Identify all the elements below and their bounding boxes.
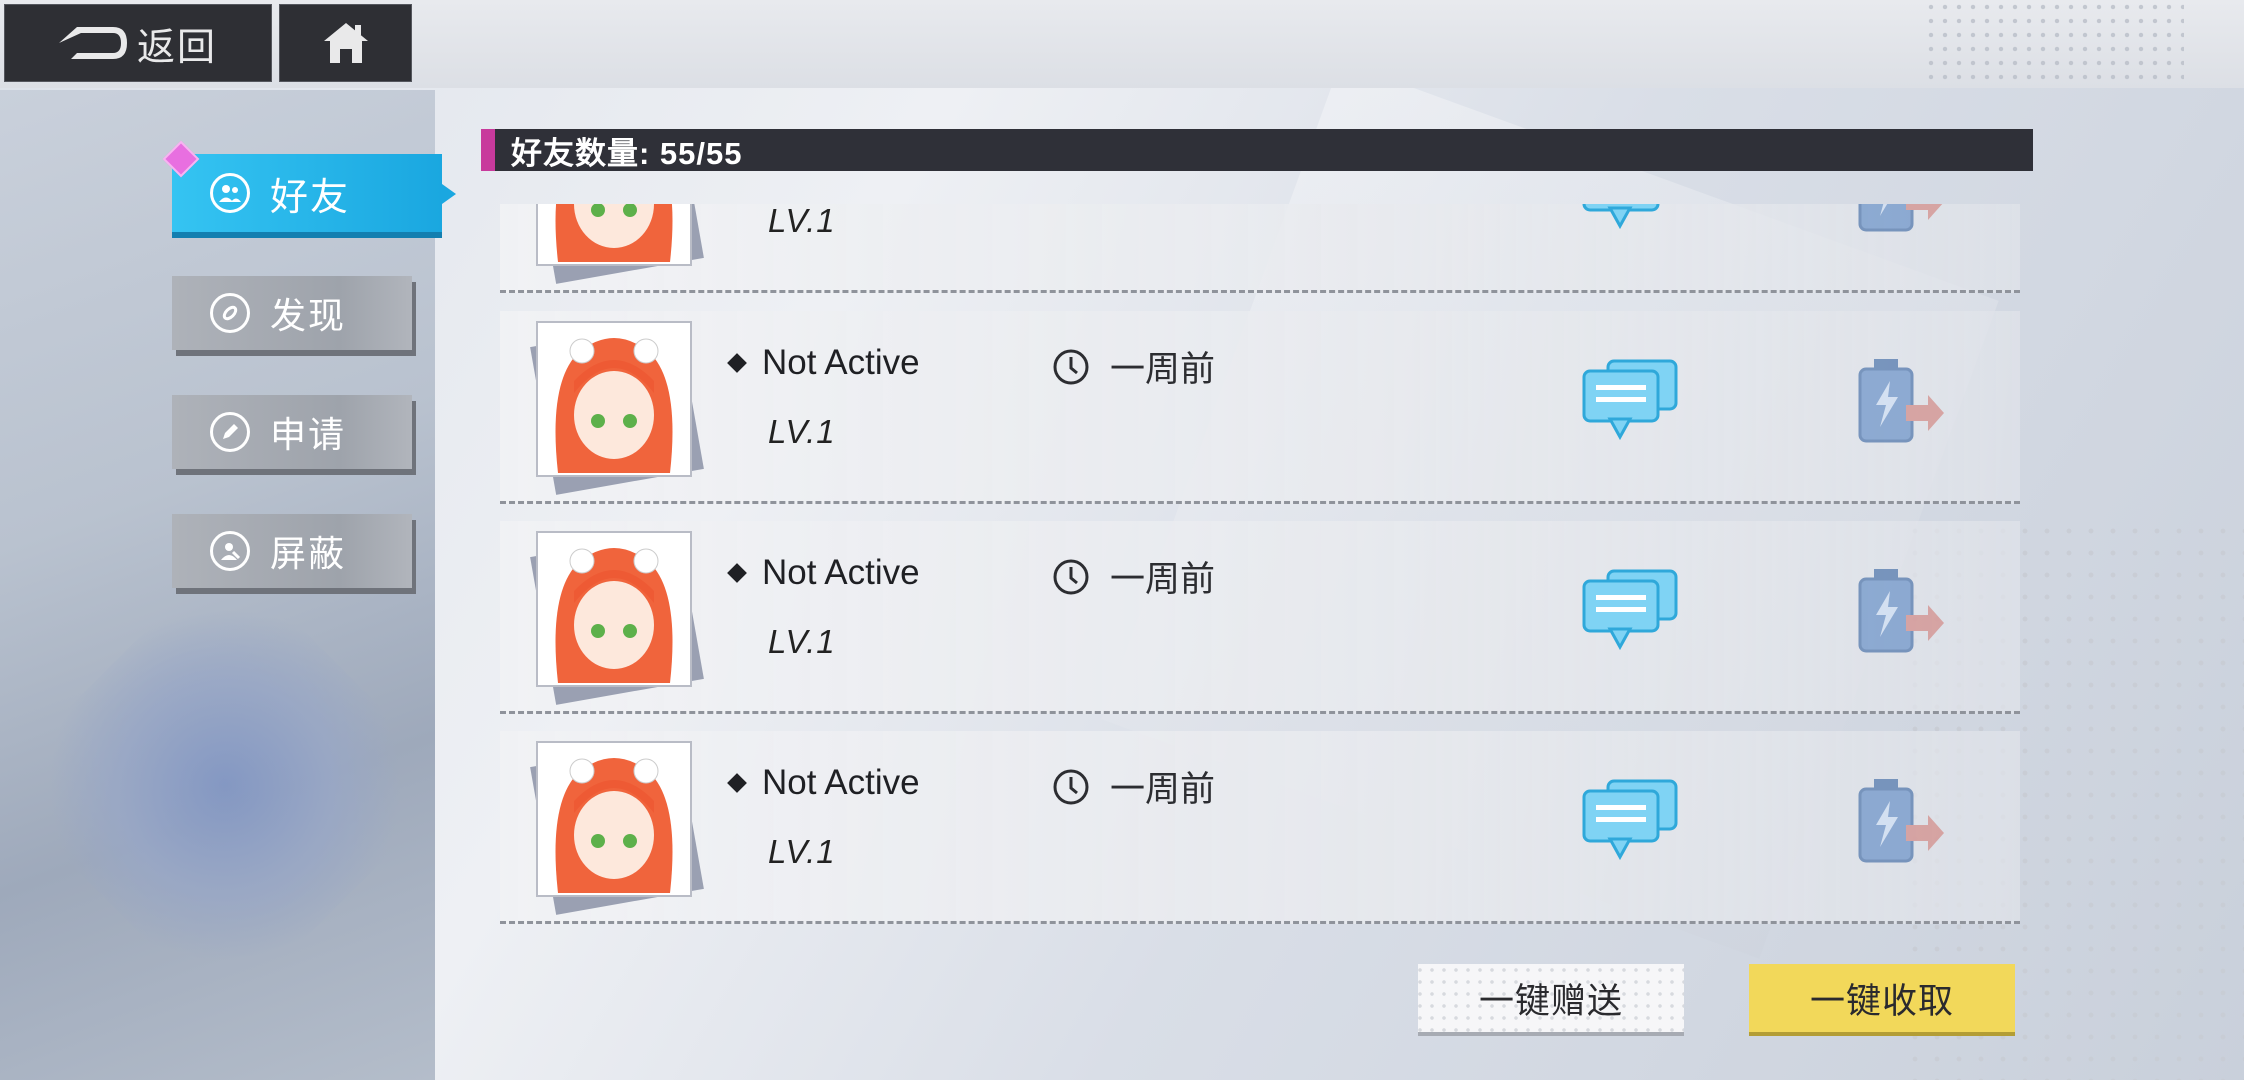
send-all-button[interactable]: 一键赠送 bbox=[1418, 964, 1684, 1032]
friends-icon bbox=[210, 173, 250, 213]
block-icon bbox=[210, 531, 250, 571]
avatar-portrait-icon bbox=[538, 204, 690, 264]
header-accent bbox=[481, 129, 495, 171]
friend-count-header: 好友数量: 55/55 bbox=[481, 129, 2033, 171]
top-bar: 返回 bbox=[0, 0, 2244, 88]
friend-row[interactable]: Not Active LV.1 一周前 bbox=[500, 521, 2020, 714]
friend-status: Not Active bbox=[727, 343, 920, 383]
sidebar-item-label: 好友 bbox=[270, 176, 351, 219]
friend-avatar[interactable] bbox=[530, 531, 704, 705]
friend-avatar[interactable] bbox=[530, 204, 704, 284]
back-button[interactable]: 返回 bbox=[4, 4, 272, 82]
collect-all-button[interactable]: 一键收取 bbox=[1749, 964, 2015, 1032]
home-icon bbox=[323, 23, 368, 63]
request-icon bbox=[210, 412, 250, 452]
last-seen: 一周前 bbox=[1052, 761, 1215, 812]
friend-row[interactable]: Not Active LV.1 一周前 bbox=[500, 731, 2020, 924]
send-stamina-icon[interactable] bbox=[1856, 355, 1946, 447]
sidebar-item-label: 发现 bbox=[270, 295, 347, 336]
dot-pattern-top bbox=[1924, 0, 2184, 80]
chat-icon[interactable] bbox=[1580, 204, 1680, 232]
friend-row[interactable]: LV.1 bbox=[500, 204, 2020, 293]
chat-icon[interactable] bbox=[1580, 569, 1680, 653]
friend-status: Not Active bbox=[727, 553, 920, 593]
friend-count: 好友数量: 55/55 bbox=[511, 135, 743, 171]
chat-icon[interactable] bbox=[1580, 779, 1680, 863]
back-arrow-icon bbox=[59, 27, 127, 59]
last-seen: 一周前 bbox=[1052, 551, 1215, 602]
friend-avatar[interactable] bbox=[530, 741, 704, 915]
send-stamina-icon[interactable] bbox=[1856, 775, 1946, 867]
sidebar-item-discover[interactable]: 发现 bbox=[172, 276, 412, 350]
friend-level: LV.1 bbox=[768, 623, 836, 660]
send-stamina-icon[interactable] bbox=[1856, 565, 1946, 657]
status-diamond-icon bbox=[727, 773, 747, 793]
chat-icon[interactable] bbox=[1580, 359, 1680, 443]
friend-avatar[interactable] bbox=[530, 321, 704, 495]
friend-level: LV.1 bbox=[768, 204, 836, 239]
friend-list[interactable]: LV.1 Not Active LV.1 一周前 Not Active LV.1… bbox=[500, 204, 2020, 948]
friend-status: Not Active bbox=[727, 763, 920, 803]
send-stamina-icon[interactable] bbox=[1856, 204, 1946, 236]
clock-icon bbox=[1053, 769, 1089, 804]
home-button[interactable] bbox=[279, 4, 412, 82]
avatar-portrait-icon bbox=[538, 323, 690, 475]
last-seen: 一周前 bbox=[1052, 341, 1215, 392]
avatar-portrait-icon bbox=[538, 533, 690, 685]
clock-icon bbox=[1053, 349, 1089, 384]
clock-icon bbox=[1053, 559, 1089, 594]
sidebar-item-blocked[interactable]: 屏蔽 bbox=[172, 514, 412, 588]
friend-level: LV.1 bbox=[768, 413, 836, 450]
friend-row[interactable]: Not Active LV.1 一周前 bbox=[500, 311, 2020, 504]
back-label: 返回 bbox=[137, 26, 218, 69]
discover-icon bbox=[210, 293, 250, 333]
active-pointer bbox=[442, 184, 456, 204]
sidebar-item-label: 屏蔽 bbox=[270, 533, 347, 574]
avatar-portrait-icon bbox=[538, 743, 690, 895]
sidebar-item-requests[interactable]: 申请 bbox=[172, 395, 412, 469]
friend-level: LV.1 bbox=[768, 833, 836, 870]
sidebar-item-friends[interactable]: 好友 bbox=[172, 154, 442, 232]
sidebar-item-label: 申请 bbox=[270, 414, 347, 455]
status-diamond-icon bbox=[727, 563, 747, 583]
status-diamond-icon bbox=[727, 353, 747, 373]
